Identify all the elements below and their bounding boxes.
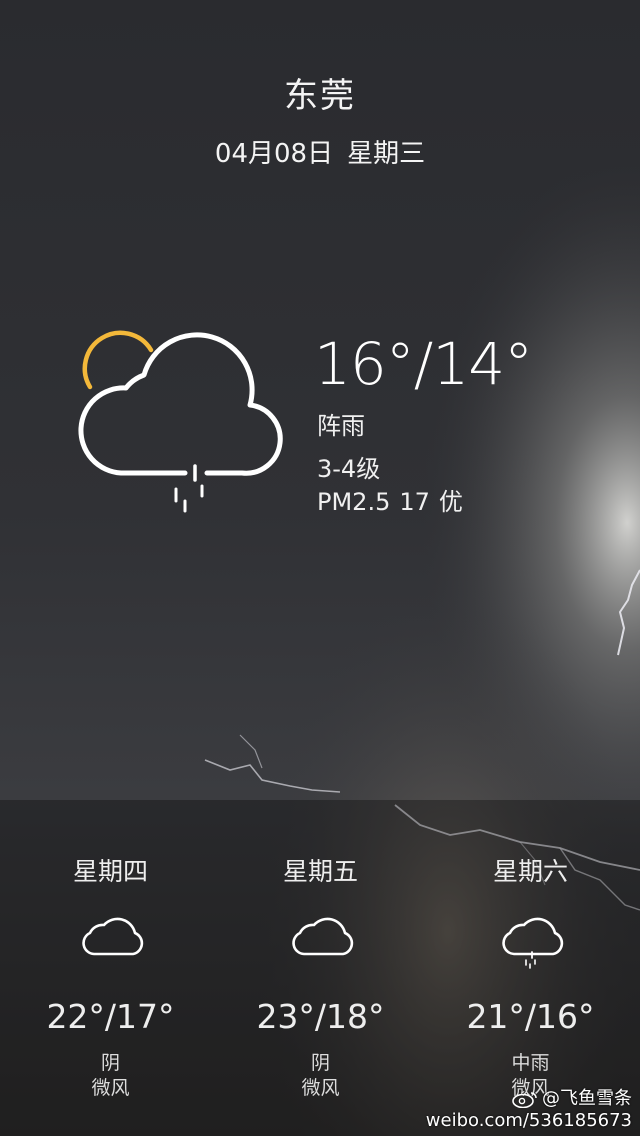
cloud-icon xyxy=(82,917,144,956)
forecast-wind: 微风 xyxy=(301,1077,340,1099)
date-text: 04月08日 xyxy=(214,139,334,169)
forecast-temps: 23°/18° xyxy=(256,997,385,1036)
forecast-condition: 阴 xyxy=(310,1052,330,1074)
forecast-temps: 22°/17° xyxy=(46,997,175,1036)
city-name[interactable]: 东莞 xyxy=(0,68,640,117)
air-quality: PM2.5 17 优 xyxy=(317,482,463,517)
forecast-condition: 阴 xyxy=(100,1052,120,1074)
watermark-url: weibo.com/5361856​73 xyxy=(425,1110,632,1131)
aqi-value: 17 xyxy=(399,488,430,516)
watermark-handle: @飞鱼雪条 xyxy=(542,1088,632,1109)
aqi-level: 优 xyxy=(438,488,463,516)
current-condition: 阵雨 xyxy=(317,412,365,440)
date-line: 04月08日 星期三 xyxy=(0,133,640,170)
watermark-handle-line: @飞鱼雪条 xyxy=(426,1088,632,1110)
forecast-temps: 21°/16° xyxy=(466,997,595,1036)
current-temperature: 16°/14° xyxy=(314,330,533,398)
forecast-day-name: 星期四 xyxy=(72,857,148,886)
forecast-condition: 中雨 xyxy=(511,1052,550,1074)
aqi-label: PM2.5 xyxy=(317,488,391,516)
cloud-icon xyxy=(292,917,354,956)
weekday-text: 星期三 xyxy=(347,139,426,169)
weibo-watermark: @飞鱼雪条 weibo.com/5361856​73 xyxy=(426,1088,632,1132)
forecast-day-name: 星期五 xyxy=(282,857,358,886)
forecast-panel: 星期四 22°/17° 阴 微风 星期五 23°/18° 阴 微风 星期六 21… xyxy=(0,800,640,1136)
forecast-day-name: 星期六 xyxy=(492,857,568,886)
current-wind: 3-4级 xyxy=(317,455,381,483)
cloud-rain-icon xyxy=(502,917,564,969)
weibo-logo-icon xyxy=(512,1092,537,1108)
forecast-wind: 微风 xyxy=(91,1077,130,1099)
partly-sunny-rain-icon xyxy=(78,330,283,513)
